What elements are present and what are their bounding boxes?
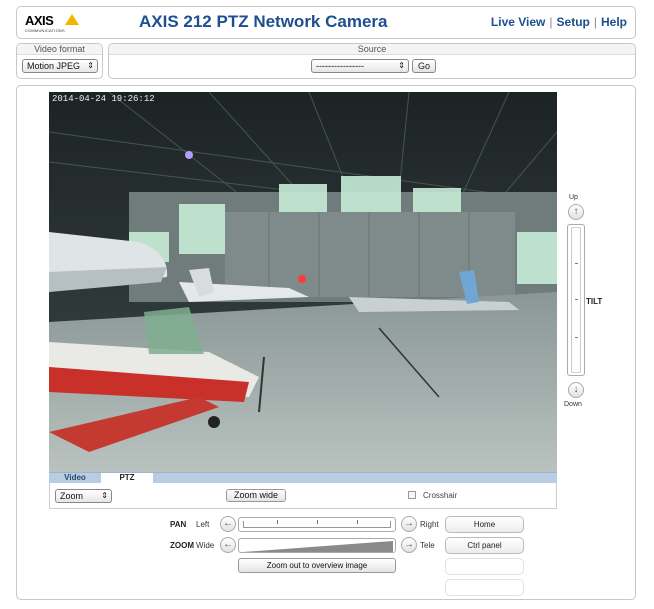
- crosshair-checkbox[interactable]: [408, 491, 416, 499]
- ptz-toolbar: Zoom ⇕ Zoom wide Crosshair: [49, 483, 557, 509]
- tilt-up-label: Up: [569, 194, 578, 201]
- zoom-in-button[interactable]: →: [401, 537, 417, 553]
- video-timestamp: 2014-04-24 19:26:12: [52, 94, 155, 104]
- source-label: Source: [109, 44, 635, 55]
- pan-slider[interactable]: [238, 517, 396, 532]
- go-button[interactable]: Go: [412, 59, 436, 73]
- logo-subtext: COMMUNICATIONS: [25, 28, 65, 33]
- select-arrows-icon: ⇕: [87, 61, 94, 70]
- arrow-left-icon: ←: [223, 518, 233, 529]
- zoom-slider[interactable]: [238, 538, 396, 553]
- source-select[interactable]: ---------------- ⇕: [311, 59, 409, 73]
- source-panel: Source ---------------- ⇕ Go: [108, 43, 636, 79]
- source-value: ----------------: [316, 61, 364, 71]
- video-format-panel: Video format Motion JPEG ⇕: [16, 43, 103, 79]
- select-arrows-icon: ⇕: [101, 491, 108, 500]
- arrow-right-icon: →: [404, 518, 414, 529]
- arrow-down-icon: ↓: [573, 384, 579, 395]
- view-tabs: Video PTZ: [49, 472, 557, 484]
- pan-left-button[interactable]: ←: [220, 516, 236, 532]
- tilt-down-label: Down: [564, 401, 582, 408]
- nav-live-view[interactable]: Live View: [491, 15, 545, 29]
- pan-right-button[interactable]: →: [401, 516, 417, 532]
- zoom-label: ZOOM: [170, 541, 194, 550]
- ptz-mode-value: Zoom: [60, 491, 84, 501]
- zoom-wedge-icon: [243, 541, 393, 552]
- zoom-wide-button[interactable]: Zoom wide: [226, 489, 286, 502]
- preset-slot: [445, 579, 524, 596]
- home-button[interactable]: Home: [445, 516, 524, 533]
- nav-separator: |: [593, 15, 597, 29]
- tilt-slider-track: [571, 227, 581, 373]
- tilt-tick: [575, 299, 578, 300]
- tilt-down-button[interactable]: ↓: [568, 382, 584, 398]
- zoom-wide-label: Wide: [196, 541, 215, 550]
- ctrl-panel-button[interactable]: Ctrl panel: [445, 537, 524, 554]
- tilt-up-button[interactable]: ↑: [568, 204, 584, 220]
- camera-video-feed[interactable]: 2014-04-24 19:26:12: [49, 92, 557, 472]
- select-arrows-icon: ⇕: [398, 61, 405, 70]
- tilt-tick: [575, 337, 578, 338]
- zoom-out-button[interactable]: ←: [220, 537, 236, 553]
- zoom-overview-button[interactable]: Zoom out to overview image: [238, 558, 396, 573]
- arrow-left-icon: ←: [223, 539, 233, 550]
- pan-tick: [277, 520, 278, 524]
- axis-logo: AXIS COMMUNICATIONS: [25, 13, 81, 35]
- preset-slot: [445, 558, 524, 575]
- nav-help[interactable]: Help: [601, 15, 627, 29]
- video-format-label: Video format: [17, 44, 102, 55]
- nav-separator: |: [549, 15, 553, 29]
- arrow-right-icon: →: [404, 539, 414, 550]
- pan-left-label: Left: [196, 520, 210, 529]
- crosshair-label: Crosshair: [423, 491, 458, 500]
- pan-right-label: Right: [420, 520, 439, 529]
- live-view-panel: 2014-04-24 19:26:12 Video PTZ Zoom ⇕ Zoo…: [16, 85, 636, 600]
- top-nav: Live View | Setup | Help: [491, 15, 627, 29]
- tilt-tick: [575, 263, 578, 264]
- pan-label: PAN: [170, 520, 187, 529]
- hangar-scene-image: [49, 92, 557, 472]
- page-title: AXIS 212 PTZ Network Camera: [139, 12, 388, 31]
- pan-tick: [317, 520, 318, 524]
- nav-setup[interactable]: Setup: [557, 15, 590, 29]
- video-format-value: Motion JPEG: [27, 61, 81, 71]
- zoom-tele-label: Tele: [420, 541, 435, 550]
- tilt-label: TILT: [586, 297, 603, 306]
- pan-tick: [357, 520, 358, 524]
- ptz-mode-select[interactable]: Zoom ⇕: [55, 489, 112, 503]
- video-format-select[interactable]: Motion JPEG ⇕: [22, 59, 98, 73]
- logo-triangle-icon: [65, 14, 79, 25]
- logo-text: AXIS: [25, 13, 54, 28]
- header-bar: AXIS COMMUNICATIONS AXIS 212 PTZ Network…: [16, 6, 636, 39]
- tilt-slider[interactable]: [567, 224, 585, 376]
- arrow-up-icon: ↑: [573, 206, 579, 217]
